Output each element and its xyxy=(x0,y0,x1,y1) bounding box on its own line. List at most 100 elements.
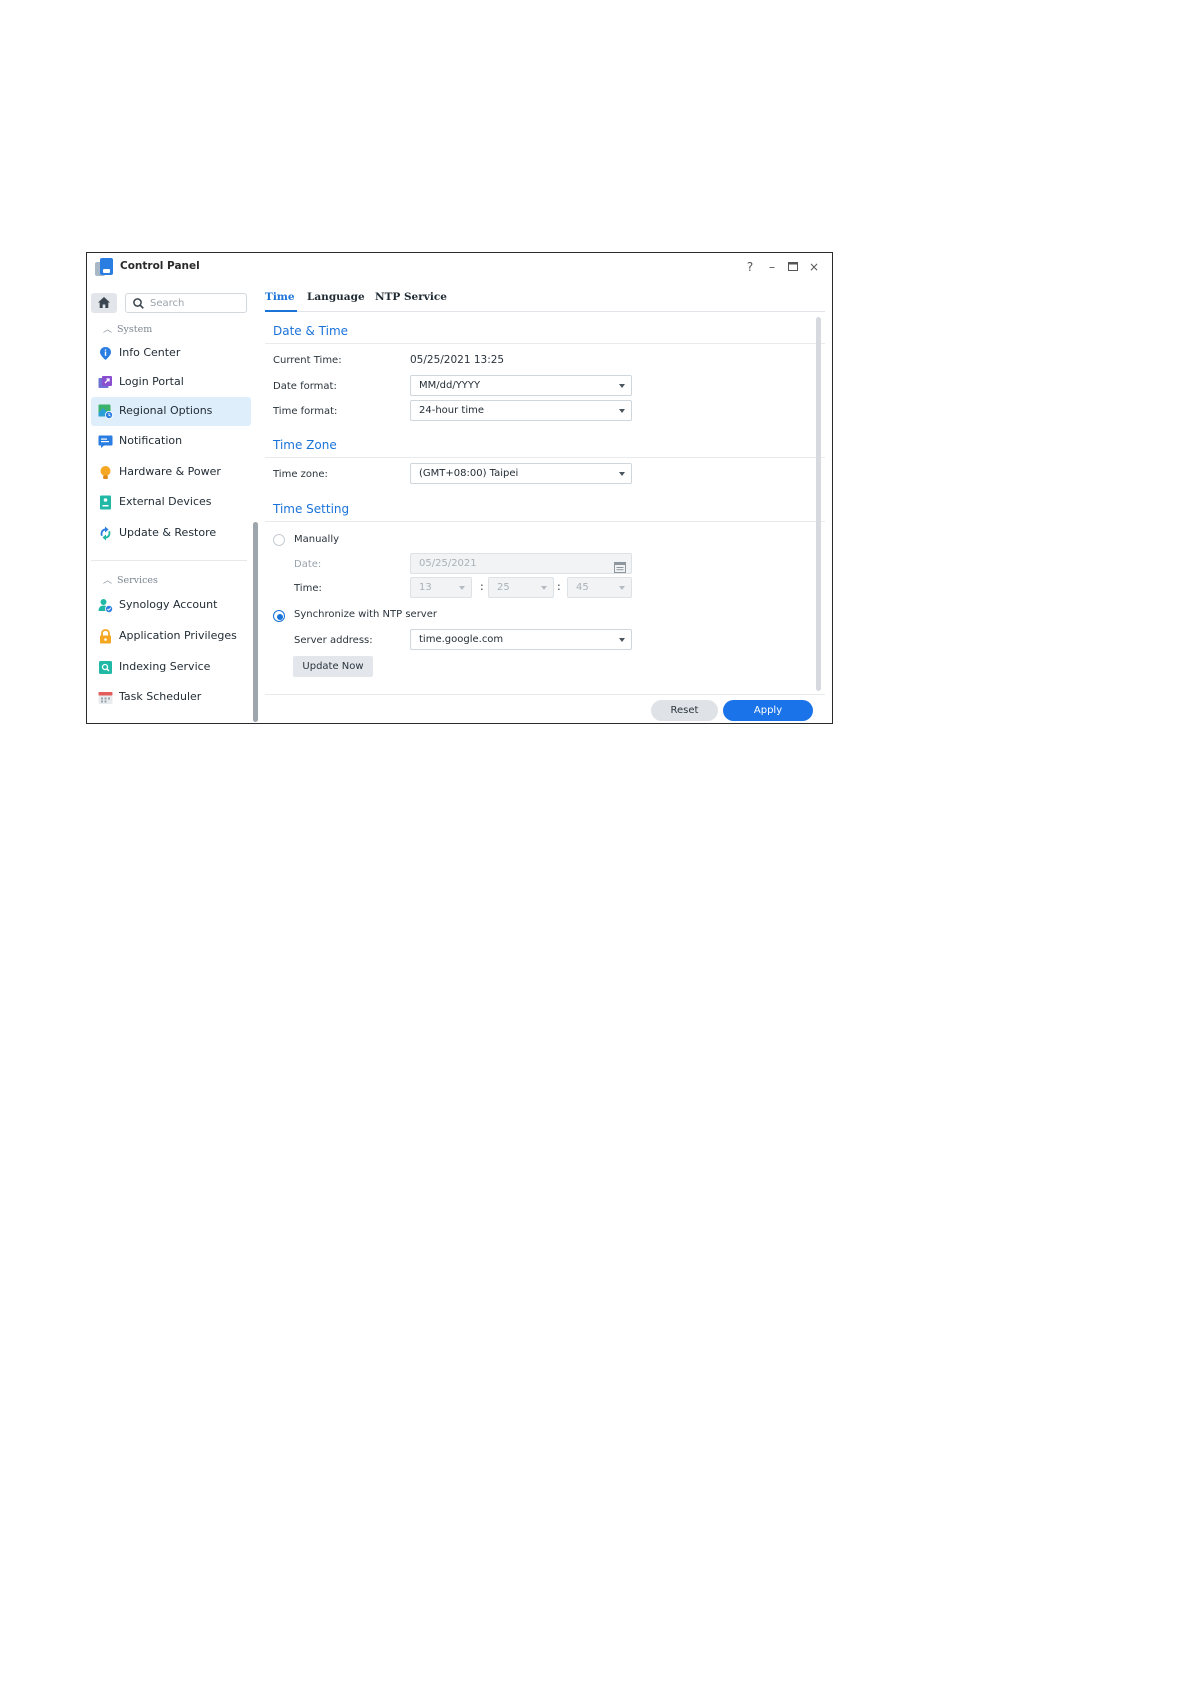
control-panel-window: Control Panel ? – × ︿ System Info Center xyxy=(86,252,833,724)
time-zone-label: Time zone: xyxy=(273,469,328,480)
sidebar-item-label: Task Scheduler xyxy=(119,690,202,703)
apply-button[interactable]: Apply xyxy=(723,700,813,721)
synology-account-icon xyxy=(98,598,113,613)
sidebar-item-label: Update & Restore xyxy=(119,526,217,539)
sidebar-item-label: Info Center xyxy=(119,346,181,359)
sidebar-item-info-center[interactable]: Info Center xyxy=(91,339,251,368)
search-input[interactable] xyxy=(150,296,242,310)
main-panel: Time Language NTP Service Date & Time Cu… xyxy=(265,281,832,723)
tab-ntp-service[interactable]: NTP Service xyxy=(375,291,447,303)
date-value: 05/25/2021 xyxy=(419,558,477,569)
second-value: 45 xyxy=(576,582,589,593)
caret-down-icon xyxy=(619,472,625,476)
calendar-icon[interactable] xyxy=(614,558,626,577)
sidebar-item-notification[interactable]: Notification xyxy=(91,427,251,456)
sidebar-item-label: Notification xyxy=(119,434,183,447)
sidebar-item-indexing-service[interactable]: Indexing Service xyxy=(91,653,251,682)
sidebar-scrollbar[interactable] xyxy=(253,522,258,722)
time-format-select[interactable]: 24-hour time xyxy=(410,400,632,421)
hardware-power-icon xyxy=(98,465,113,480)
caret-down-icon xyxy=(619,586,625,590)
second-select[interactable]: 45 xyxy=(567,577,632,598)
section-title-date-time: Date & Time xyxy=(273,324,349,338)
external-devices-icon xyxy=(98,495,113,510)
section-title-time-setting: Time Setting xyxy=(273,502,350,516)
footer-divider xyxy=(265,694,825,695)
chevron-up-icon: ︿ xyxy=(103,576,113,586)
hour-select[interactable]: 13 xyxy=(410,577,472,598)
hour-value: 13 xyxy=(419,582,432,593)
window-title: Control Panel xyxy=(120,260,200,272)
minute-value: 25 xyxy=(497,582,510,593)
minimize-icon[interactable]: – xyxy=(764,259,780,275)
ntp-radio[interactable] xyxy=(273,610,285,622)
server-address-value: time.google.com xyxy=(419,634,504,645)
tab-bar: Time Language NTP Service xyxy=(265,281,825,312)
sidebar-item-login-portal[interactable]: Login Portal xyxy=(91,368,251,397)
help-icon[interactable]: ? xyxy=(742,259,758,275)
reset-button[interactable]: Reset xyxy=(651,700,718,721)
active-tab-indicator xyxy=(265,310,297,312)
sidebar-item-label: Indexing Service xyxy=(119,660,211,673)
home-button[interactable] xyxy=(91,293,117,313)
main-scrollbar[interactable] xyxy=(816,317,821,691)
caret-down-icon xyxy=(619,638,625,642)
current-time-label: Current Time: xyxy=(273,355,342,366)
sidebar-item-hardware-power[interactable]: Hardware & Power xyxy=(91,458,251,487)
server-address-label: Server address: xyxy=(294,635,373,646)
sidebar-item-label: Hardware & Power xyxy=(119,465,221,478)
sidebar-item-synology-account[interactable]: Synology Account xyxy=(91,591,251,620)
login-portal-icon xyxy=(98,375,113,390)
section-title: Services xyxy=(117,575,158,586)
section-toggle-system[interactable]: ︿ System xyxy=(103,322,152,336)
caret-down-icon xyxy=(619,409,625,413)
close-icon[interactable]: × xyxy=(806,259,822,275)
section-divider xyxy=(265,521,825,522)
date-picker[interactable]: 05/25/2021 xyxy=(410,553,632,574)
caret-down-icon xyxy=(541,586,547,590)
update-now-button[interactable]: Update Now xyxy=(293,656,373,677)
regional-options-icon xyxy=(98,404,113,419)
sidebar-item-external-devices[interactable]: External Devices xyxy=(91,488,251,517)
server-address-select[interactable]: time.google.com xyxy=(410,629,632,650)
date-format-label: Date format: xyxy=(273,381,337,392)
minute-select[interactable]: 25 xyxy=(488,577,554,598)
title-bar[interactable]: Control Panel ? – × xyxy=(87,253,832,281)
sidebar-item-label: Synology Account xyxy=(119,598,218,611)
sidebar-item-update-restore[interactable]: Update & Restore xyxy=(91,519,251,548)
notification-icon xyxy=(98,434,113,449)
time-format-label: Time format: xyxy=(273,406,338,417)
ntp-label[interactable]: Synchronize with NTP server xyxy=(294,609,437,620)
manually-label[interactable]: Manually xyxy=(294,534,339,545)
update-restore-icon xyxy=(98,526,113,541)
section-title: System xyxy=(117,324,153,335)
sidebar-item-regional-options[interactable]: Regional Options xyxy=(91,397,251,426)
manually-radio[interactable] xyxy=(273,534,285,546)
time-zone-select[interactable]: (GMT+08:00) Taipei xyxy=(410,463,632,484)
sidebar-item-task-scheduler[interactable]: Task Scheduler xyxy=(91,683,251,712)
search-box[interactable] xyxy=(125,293,247,313)
date-format-select[interactable]: MM/dd/YYYY xyxy=(410,375,632,396)
home-icon xyxy=(98,297,110,308)
section-toggle-services[interactable]: ︿ Services xyxy=(103,573,158,587)
info-icon xyxy=(98,346,113,361)
tab-language[interactable]: Language xyxy=(307,291,365,303)
lock-icon xyxy=(98,629,113,644)
indexing-service-icon xyxy=(98,660,113,675)
section-divider xyxy=(265,343,825,344)
control-panel-app-icon xyxy=(95,258,113,276)
section-title-time-zone: Time Zone xyxy=(273,438,337,452)
time-separator: : xyxy=(557,580,561,593)
caret-down-icon xyxy=(459,586,465,590)
time-zone-value: (GMT+08:00) Taipei xyxy=(419,468,519,479)
maximize-icon[interactable] xyxy=(785,259,801,275)
search-icon xyxy=(133,298,144,309)
sidebar-divider xyxy=(91,560,247,561)
current-time-value: 05/25/2021 13:25 xyxy=(410,354,505,366)
tab-time[interactable]: Time xyxy=(265,291,295,303)
time-format-value: 24-hour time xyxy=(419,405,485,416)
sidebar-item-label: Regional Options xyxy=(119,404,213,417)
date-label: Date: xyxy=(294,559,322,570)
sidebar-item-application-privileges[interactable]: Application Privileges xyxy=(91,622,251,651)
sidebar-item-label: Login Portal xyxy=(119,375,184,388)
